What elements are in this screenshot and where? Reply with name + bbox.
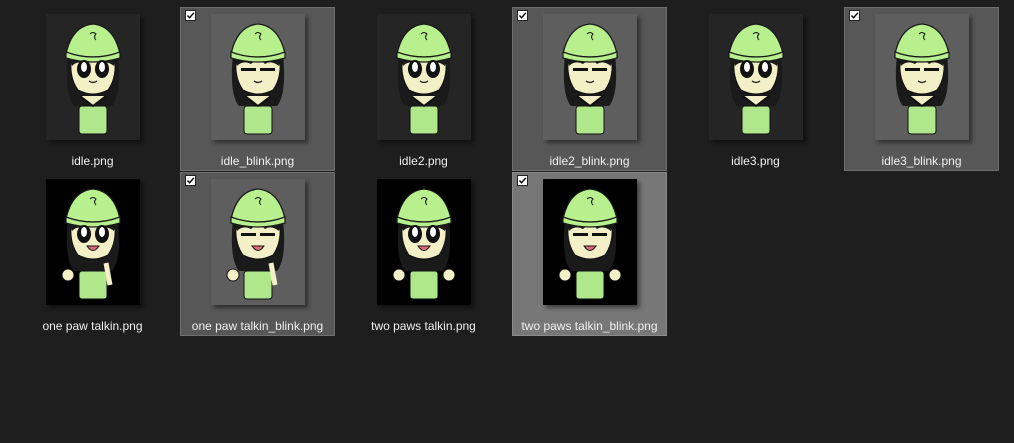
- thumbnail-image: [45, 14, 140, 140]
- select-checkbox[interactable]: [517, 10, 528, 21]
- file-tile[interactable]: idle_blink.png: [180, 7, 335, 171]
- file-name: idle3.png: [731, 154, 780, 168]
- file-tile[interactable]: idle.png: [15, 7, 170, 171]
- thumbnail-image: [210, 14, 305, 140]
- select-checkbox[interactable]: [849, 10, 860, 21]
- file-name: idle_blink.png: [220, 154, 295, 168]
- thumbnail-image: [376, 14, 471, 140]
- file-name: idle3_blink.png: [881, 154, 962, 168]
- file-name: two paws talkin_blink.png: [521, 319, 658, 333]
- file-name: one paw talkin_blink.png: [191, 319, 324, 333]
- file-name: one paw talkin.png: [42, 319, 143, 333]
- file-tile[interactable]: one paw talkin.png: [15, 172, 170, 336]
- file-grid: idle.png idle_blink.png idle2.png idle2_…: [0, 0, 1014, 443]
- file-tile[interactable]: two paws talkin.png: [346, 172, 501, 336]
- file-tile[interactable]: idle3_blink.png: [844, 7, 999, 171]
- file-name: idle.png: [71, 154, 114, 168]
- thumbnail-image: [376, 179, 471, 305]
- file-tile[interactable]: idle3.png: [678, 7, 833, 171]
- thumbnail-image: [542, 14, 637, 140]
- select-checkbox[interactable]: [185, 175, 196, 186]
- file-tile[interactable]: two paws talkin_blink.png: [512, 172, 667, 336]
- file-name: idle2.png: [399, 154, 448, 168]
- thumbnail-image: [708, 14, 803, 140]
- thumbnail-image: [45, 179, 140, 305]
- thumbnail-image: [542, 179, 637, 305]
- file-tile[interactable]: idle2_blink.png: [512, 7, 667, 171]
- thumbnail-image: [874, 14, 969, 140]
- select-checkbox[interactable]: [517, 175, 528, 186]
- thumbnail-image: [210, 179, 305, 305]
- file-name: idle2_blink.png: [549, 154, 630, 168]
- file-tile[interactable]: one paw talkin_blink.png: [180, 172, 335, 336]
- file-name: two paws talkin.png: [371, 319, 476, 333]
- select-checkbox[interactable]: [185, 10, 196, 21]
- file-tile[interactable]: idle2.png: [346, 7, 501, 171]
